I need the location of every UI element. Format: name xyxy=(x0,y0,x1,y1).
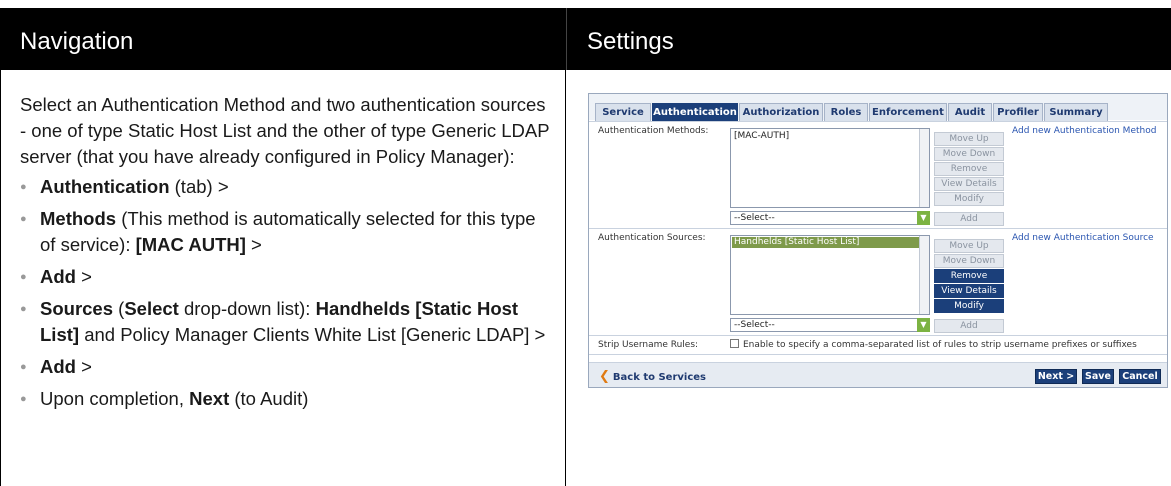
step-bold: Add xyxy=(40,266,76,287)
tab-bar: Service Authentication Authorization Rol… xyxy=(589,94,1167,122)
table-column-divider xyxy=(565,70,566,486)
tab-enforcement[interactable]: Enforcement xyxy=(869,103,947,122)
step-add: Add > xyxy=(20,264,555,290)
step-text: (to Audit) xyxy=(229,388,309,409)
step-text: > xyxy=(75,356,92,377)
step-bold: Authentication xyxy=(40,176,170,197)
sources-view-details-button[interactable]: View Details xyxy=(934,284,1004,298)
navigation-cell: Select an Authentication Method and two … xyxy=(20,92,555,418)
footer-bar: ❮ Back to Services Next > Save Cancel xyxy=(589,362,1167,387)
methods-scrollbar[interactable] xyxy=(919,129,929,207)
step-next: Upon completion, Next (to Audit) xyxy=(20,386,555,412)
table-border-left xyxy=(0,70,1,486)
sources-scrollbar[interactable] xyxy=(919,236,929,314)
step-add-again: Add > xyxy=(20,354,555,380)
step-text: > xyxy=(75,266,92,287)
methods-list[interactable]: [MAC-AUTH] xyxy=(730,128,930,208)
tab-roles[interactable]: Roles xyxy=(824,103,868,122)
next-button[interactable]: Next > xyxy=(1035,369,1077,384)
strip-row: Strip Username Rules: Enable to specify … xyxy=(589,335,1167,355)
strip-text: Enable to specify a comma-separated list… xyxy=(743,340,1137,350)
sources-list[interactable]: Handhelds [Static Host List] xyxy=(730,235,930,315)
methods-view-details-button[interactable]: View Details xyxy=(934,177,1004,191)
sources-move-down-button[interactable]: Move Down xyxy=(934,254,1004,268)
strip-label: Strip Username Rules: xyxy=(598,340,699,350)
tab-audit[interactable]: Audit xyxy=(948,103,992,122)
add-method-link[interactable]: Add new Authentication Method xyxy=(1012,126,1156,136)
sources-label: Authentication Sources: xyxy=(598,233,706,243)
step-bold: Select xyxy=(124,298,179,319)
tab-summary[interactable]: Summary xyxy=(1044,103,1108,122)
methods-move-up-button[interactable]: Move Up xyxy=(934,132,1004,146)
methods-select[interactable]: --Select-- ▼ xyxy=(730,211,930,225)
cancel-button[interactable]: Cancel xyxy=(1119,369,1161,384)
back-to-services-link[interactable]: ❮ Back to Services xyxy=(599,369,706,384)
tab-service[interactable]: Service xyxy=(595,103,651,122)
step-sources: Sources (Select drop-down list): Handhel… xyxy=(20,296,555,348)
methods-label: Authentication Methods: xyxy=(598,126,709,136)
sources-modify-button[interactable]: Modify xyxy=(934,299,1004,313)
navigation-steps: Authentication (tab) > Methods (This met… xyxy=(20,174,555,412)
sources-list-item-selected[interactable]: Handhelds [Static Host List] xyxy=(732,237,921,248)
step-authentication: Authentication (tab) > xyxy=(20,174,555,200)
back-arrow-icon: ❮ xyxy=(599,369,610,384)
strip-checkbox[interactable] xyxy=(730,339,739,348)
step-text: and Policy Manager Clients White List [G… xyxy=(79,324,546,345)
sources-select-value: --Select-- xyxy=(734,320,775,330)
methods-add-button[interactable]: Add xyxy=(934,212,1004,226)
methods-row: Authentication Methods: [MAC-AUTH] Move … xyxy=(589,121,1167,228)
tab-profiler[interactable]: Profiler xyxy=(993,103,1043,122)
strip-option: Enable to specify a comma-separated list… xyxy=(730,339,1137,350)
navigation-intro: Select an Authentication Method and two … xyxy=(20,94,550,167)
settings-screenshot: Service Authentication Authorization Rol… xyxy=(588,93,1168,388)
dropdown-arrow-icon[interactable]: ▼ xyxy=(917,211,930,225)
sources-add-button[interactable]: Add xyxy=(934,319,1004,333)
settings-header-label: Settings xyxy=(587,28,674,55)
tab-authentication[interactable]: Authentication xyxy=(652,103,738,122)
add-source-link[interactable]: Add new Authentication Source xyxy=(1012,233,1154,243)
instruction-table: Navigation Settings Select an Authentica… xyxy=(0,0,1171,486)
navigation-header-label: Navigation xyxy=(20,28,134,55)
settings-header: Settings xyxy=(566,8,1171,70)
navigation-header: Navigation xyxy=(0,8,566,70)
methods-move-down-button[interactable]: Move Down xyxy=(934,147,1004,161)
sources-select[interactable]: --Select-- ▼ xyxy=(730,318,930,332)
step-bold: [MAC AUTH] xyxy=(135,234,246,255)
sources-move-up-button[interactable]: Move Up xyxy=(934,239,1004,253)
step-text: drop-down list): xyxy=(178,298,316,319)
save-button[interactable]: Save xyxy=(1082,369,1114,384)
methods-select-value: --Select-- xyxy=(734,213,775,223)
step-bold: Next xyxy=(189,388,230,409)
step-bold: Methods xyxy=(40,208,117,229)
step-bold: Add xyxy=(40,356,76,377)
methods-remove-button[interactable]: Remove xyxy=(934,162,1004,176)
tab-authorization[interactable]: Authorization xyxy=(739,103,823,122)
step-text: Upon completion, xyxy=(40,388,190,409)
step-text: ( xyxy=(113,298,125,319)
methods-list-item[interactable]: [MAC-AUTH] xyxy=(734,131,789,141)
step-text: (tab) > xyxy=(169,176,229,197)
step-methods: Methods (This method is automatically se… xyxy=(20,206,555,258)
sources-row: Authentication Sources: Handhelds [Stati… xyxy=(589,228,1167,335)
step-text: > xyxy=(245,234,262,255)
sources-remove-button[interactable]: Remove xyxy=(934,269,1004,283)
back-to-services-label: Back to Services xyxy=(612,372,706,383)
step-bold: Sources xyxy=(40,298,114,319)
methods-modify-button[interactable]: Modify xyxy=(934,192,1004,206)
dropdown-arrow-icon[interactable]: ▼ xyxy=(917,318,930,332)
